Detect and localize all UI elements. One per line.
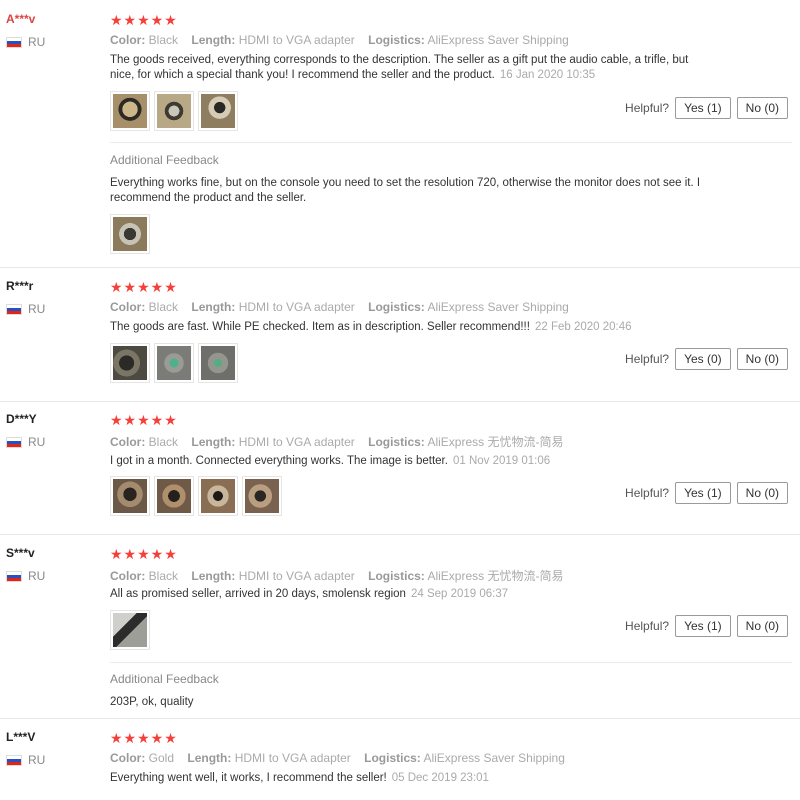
russia-flag-icon: [6, 570, 22, 582]
divider: [110, 662, 792, 663]
helpful-vote: Helpful? Yes (1) No (0): [625, 615, 788, 637]
review-photo[interactable]: [198, 476, 238, 516]
reviewer-name: R***r: [6, 279, 34, 293]
reviewer-country: RU: [6, 569, 45, 583]
reviewer-country: RU: [6, 435, 45, 449]
review-photos: [110, 343, 238, 383]
helpful-vote: Helpful? Yes (1) No (0): [625, 482, 788, 504]
helpful-no-button[interactable]: No (0): [736, 482, 788, 504]
helpful-yes-button[interactable]: Yes (1): [675, 482, 731, 504]
helpful-no-button[interactable]: No (0): [736, 348, 788, 370]
star-rating: ★★★★★: [110, 412, 178, 428]
helpful-yes-button[interactable]: Yes (0): [675, 348, 731, 370]
additional-feedback-text: Everything works fine, but on the consol…: [110, 177, 701, 204]
review-photos: [110, 91, 238, 131]
review-photo[interactable]: [110, 91, 150, 131]
reviewer-country: RU: [6, 35, 45, 49]
helpful-no-button[interactable]: No (0): [736, 615, 788, 637]
review-photo[interactable]: [110, 343, 150, 383]
reviewer-name: L***V: [6, 730, 36, 744]
review-date: 24 Sep 2019 06:37: [410, 588, 509, 600]
review-photo[interactable]: [154, 476, 194, 516]
star-rating: ★★★★★: [110, 546, 178, 562]
star-rating: ★★★★★: [110, 12, 178, 28]
review-divider: [0, 401, 800, 402]
product-attributes: Color: Black Length: HDMI to VGA adapter…: [110, 300, 569, 314]
star-rating: ★★★★★: [110, 279, 178, 295]
review-date: 22 Feb 2020 20:46: [534, 321, 632, 333]
review-text: The goods are fast. While PE checked. It…: [110, 321, 632, 333]
review-text: I got in a month. Connected everything w…: [110, 455, 551, 467]
review-date: 01 Nov 2019 01:06: [452, 455, 551, 467]
russia-flag-icon: [6, 436, 22, 448]
additional-photos: [110, 214, 150, 254]
review-photo[interactable]: [110, 476, 150, 516]
review-text: Everything went well, it works, I recomm…: [110, 772, 489, 784]
product-attributes: Color: Black Length: HDMI to VGA adapter…: [110, 435, 564, 449]
reviewer-name: D***Y: [6, 412, 37, 426]
helpful-vote: Helpful? Yes (1) No (0): [625, 97, 788, 119]
star-rating: ★★★★★: [110, 730, 178, 746]
helpful-yes-button[interactable]: Yes (1): [675, 615, 731, 637]
reviewer-name: S***v: [6, 546, 35, 560]
product-attributes: Color: Gold Length: HDMI to VGA adapter …: [110, 751, 565, 765]
review-text: The goods received, everything correspon…: [110, 54, 689, 81]
helpful-no-button[interactable]: No (0): [736, 97, 788, 119]
review-photo[interactable]: [154, 343, 194, 383]
russia-flag-icon: [6, 754, 22, 766]
product-attributes: Color: Black Length: HDMI to VGA adapter…: [110, 33, 569, 47]
additional-feedback-text: 203P, ok, quality: [110, 696, 194, 708]
review-date: 16 Jan 2020 10:35: [499, 69, 596, 81]
russia-flag-icon: [6, 303, 22, 315]
product-attributes: Color: Black Length: HDMI to VGA adapter…: [110, 569, 564, 583]
reviewer-name: A***v: [6, 12, 36, 26]
divider: [110, 142, 792, 143]
review-photo[interactable]: [198, 343, 238, 383]
helpful-vote: Helpful? Yes (0) No (0): [625, 348, 788, 370]
review-photo[interactable]: [242, 476, 282, 516]
review-divider: [0, 267, 800, 268]
reviewer-country: RU: [6, 753, 45, 767]
review-divider: [0, 534, 800, 535]
review-divider: [0, 718, 800, 719]
review-photos: [110, 610, 150, 650]
russia-flag-icon: [6, 36, 22, 48]
review-date: 05 Dec 2019 23:01: [391, 772, 489, 784]
review-photo[interactable]: [110, 610, 150, 650]
reviewer-country: RU: [6, 302, 45, 316]
review-text: All as promised seller, arrived in 20 da…: [110, 588, 509, 600]
review-photo[interactable]: [198, 91, 238, 131]
additional-feedback-heading: Additional Feedback: [110, 672, 219, 686]
review-photo[interactable]: [154, 91, 194, 131]
helpful-yes-button[interactable]: Yes (1): [675, 97, 731, 119]
review-photo[interactable]: [110, 214, 150, 254]
additional-feedback-heading: Additional Feedback: [110, 153, 219, 167]
review-photos: [110, 476, 282, 516]
